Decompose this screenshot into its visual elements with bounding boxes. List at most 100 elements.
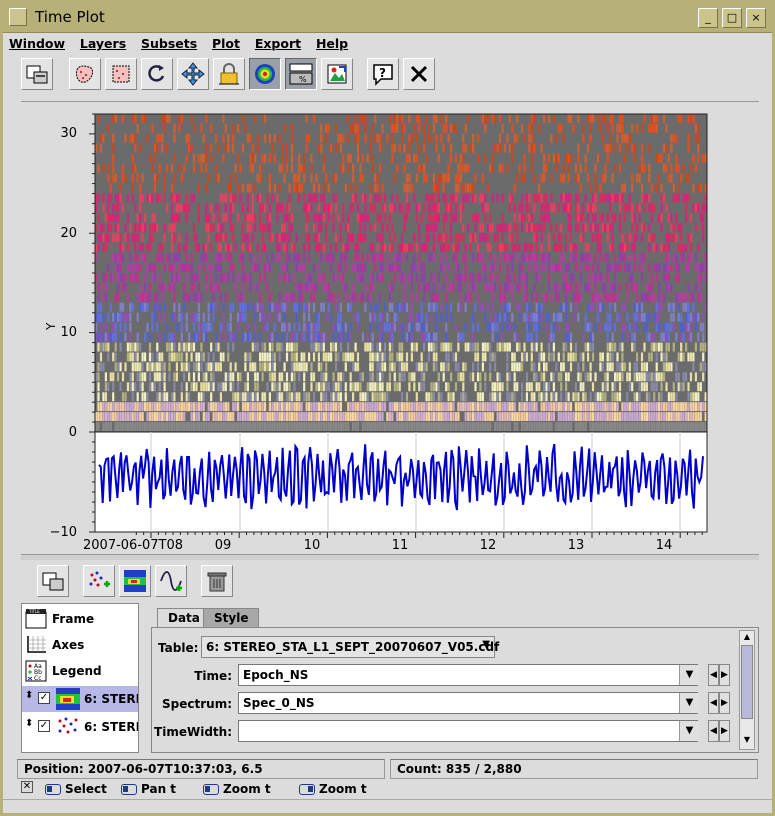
spectrogram-cell <box>398 302 401 312</box>
spectrogram-cell <box>658 153 661 163</box>
spectrogram-cell <box>685 203 688 213</box>
spectrogram-cell <box>342 372 345 382</box>
spectrogram-cell <box>117 223 120 233</box>
spectrogram-cell <box>332 412 335 421</box>
close-hints-icon[interactable]: ✕ <box>21 781 33 793</box>
layer-item-scatter[interactable]: ⬍ ✓ 6: STEREO <box>22 714 138 740</box>
add-scatter-layer-button[interactable] <box>83 565 115 597</box>
subset-box-button[interactable] <box>105 58 137 90</box>
form-scrollbar[interactable]: ▲ ▼ <box>739 630 755 750</box>
spectrum-field-dropdown[interactable]: ▼ <box>679 693 699 713</box>
spectrogram-cell <box>249 213 252 223</box>
spectrogram-cell <box>530 392 533 402</box>
time-prev-button[interactable]: ◀ <box>708 664 719 686</box>
replot-button[interactable] <box>141 58 173 90</box>
spectrogram-cell <box>401 322 404 332</box>
menu-export[interactable]: Export <box>255 36 301 51</box>
draw-subset-button[interactable] <box>69 58 101 90</box>
scrollbar-thumb[interactable] <box>741 645 753 719</box>
layer-item-spectrogram[interactable]: ⬍ ✓ 6: STEREO <box>22 686 138 712</box>
spectrum-next-button[interactable]: ▶ <box>719 692 730 714</box>
spectrogram-cell <box>702 352 705 362</box>
spectrogram-cell <box>591 263 595 272</box>
spectrogram-cell <box>584 342 587 352</box>
spectrogram-cell <box>190 312 193 322</box>
new-window-button[interactable] <box>21 58 53 90</box>
menu-layers[interactable]: Layers <box>80 36 126 51</box>
spectrogram-cell <box>462 163 465 173</box>
layer-list[interactable]: TITLE Frame Axes Aa Bb Cc Legend ⬍ ✓ 6: ST… <box>21 603 139 753</box>
spectrogram-cell <box>425 392 428 402</box>
add-spectrogram-layer-button[interactable] <box>119 565 151 597</box>
spectrum-button[interactable] <box>249 58 281 90</box>
minimize-button[interactable]: _ <box>698 8 718 28</box>
table-selector[interactable]: 6: STEREO_STA_L1_SEPT_20070607_V05.cdf ▼ <box>201 636 499 658</box>
spectrogram-cell <box>658 372 661 382</box>
scroll-up-icon[interactable]: ▲ <box>741 632 753 644</box>
spectrogram-cell <box>222 153 225 163</box>
spectrogram-cell <box>136 213 139 223</box>
control-window-button[interactable] <box>37 565 69 597</box>
layer-item-frame[interactable]: TITLE Frame <box>22 606 138 632</box>
spectrogram-cell <box>469 422 472 431</box>
spectrogram-cell <box>579 233 582 243</box>
drag-handle-icon[interactable]: ⬍ <box>25 718 33 729</box>
spectrogram-cell <box>432 332 435 342</box>
spectrogram-cell <box>640 292 644 302</box>
spectrogram-cell <box>364 193 367 203</box>
spectrogram-cell <box>185 402 188 412</box>
spectrogram-cell <box>464 193 467 203</box>
tab-style[interactable]: Style <box>203 608 260 628</box>
layer-checkbox-spectrogram[interactable]: ✓ <box>38 692 50 704</box>
spectrogram-cell <box>337 312 340 322</box>
spectrogram-cell <box>290 213 293 223</box>
spectrogram-cell <box>516 422 519 431</box>
time-next-button[interactable]: ▶ <box>719 664 730 686</box>
spectrogram-cell <box>121 372 125 382</box>
spectrogram-cell <box>219 332 222 342</box>
menu-plot[interactable]: Plot <box>212 36 240 51</box>
maximize-button[interactable]: □ <box>722 8 742 28</box>
export-image-button[interactable] <box>321 58 353 90</box>
split-divider[interactable] <box>21 554 759 560</box>
spectrogram-cell <box>168 332 171 342</box>
time-field[interactable]: Epoch_NS <box>238 664 698 686</box>
plot-panel[interactable]: Y 30 20 10 0 −10 2007-06-07T08 09 10 11 … <box>21 101 759 553</box>
time-plot[interactable]: Y 30 20 10 0 −10 2007-06-07T08 09 10 11 … <box>21 102 759 554</box>
menu-window[interactable]: Window <box>9 36 65 51</box>
layer-item-legend[interactable]: Aa Bb Cc Legend <box>22 658 138 684</box>
layer-label-scatter: 6: STEREO <box>84 720 138 734</box>
timewidth-prev-button[interactable]: ◀ <box>708 720 719 742</box>
spectrogram-cell <box>188 422 191 431</box>
spectrogram-cell <box>457 233 460 243</box>
add-function-layer-button[interactable] <box>155 565 187 597</box>
spectrogram-cell <box>650 282 653 292</box>
spectrogram-cell <box>332 173 335 183</box>
delete-layer-button[interactable] <box>201 565 233 597</box>
menu-subsets[interactable]: Subsets <box>141 36 197 51</box>
window-menu-button[interactable] <box>9 8 27 26</box>
time-field-dropdown[interactable]: ▼ <box>679 665 699 685</box>
spectrogram-cell <box>107 332 110 342</box>
spectrogram-cell <box>516 332 519 342</box>
progress-button[interactable]: % <box>285 58 317 90</box>
spectrum-field[interactable]: Spec_0_NS <box>238 692 698 714</box>
scroll-down-icon[interactable]: ▼ <box>741 735 753 747</box>
layer-checkbox-scatter[interactable]: ✓ <box>38 720 50 732</box>
spectrogram-cell <box>374 352 377 362</box>
help-button[interactable]: ? <box>367 58 399 90</box>
menu-help[interactable]: Help <box>316 36 348 51</box>
layer-item-axes[interactable]: Axes <box>22 632 138 658</box>
timewidth-field[interactable] <box>238 720 698 742</box>
timewidth-field-dropdown[interactable]: ▼ <box>679 721 699 741</box>
drag-handle-icon[interactable]: ⬍ <box>25 690 33 701</box>
close-window-button[interactable]: × <box>746 8 766 28</box>
timewidth-next-button[interactable]: ▶ <box>719 720 730 742</box>
spectrogram-cell <box>232 273 235 282</box>
move-button[interactable] <box>177 58 209 90</box>
spectrogram-cell <box>474 382 477 392</box>
lock-button[interactable] <box>213 58 245 90</box>
spectrum-prev-button[interactable]: ◀ <box>708 692 719 714</box>
close-button[interactable] <box>403 58 435 90</box>
spectrogram-cell <box>285 233 289 243</box>
